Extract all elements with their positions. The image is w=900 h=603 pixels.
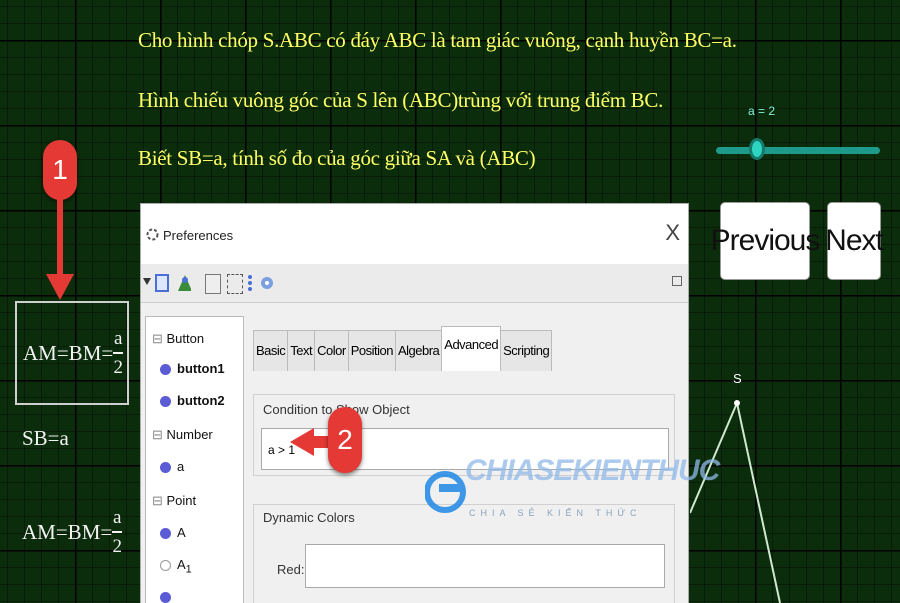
object-dot-icon xyxy=(160,364,171,376)
fraction-numerator: a xyxy=(114,328,123,350)
fraction-2-denominator: 2 xyxy=(112,535,122,557)
window-title: Preferences xyxy=(163,228,234,243)
object-dot-icon xyxy=(160,462,171,474)
toolbar xyxy=(141,264,688,303)
tree-label: A xyxy=(177,525,186,540)
tab-basic[interactable]: Basic xyxy=(253,330,289,371)
fraction-2-numerator: a xyxy=(113,507,122,529)
next-button[interactable]: Next xyxy=(825,202,884,280)
slider-knob[interactable] xyxy=(749,138,765,160)
callout-1-number: 1 xyxy=(52,154,68,185)
tree-group-number[interactable]: ⊟ Number xyxy=(152,427,213,443)
tree-item-point-a[interactable]: A xyxy=(160,525,186,540)
graphics-icon[interactable] xyxy=(155,274,169,292)
boxed-formula: AM=BM= a 2 xyxy=(15,301,130,405)
tab-bar: Basic Text Color Position Algebra Advanc… xyxy=(253,326,553,371)
problem-line-3: Biết SB=a, tính số đo của góc giữa SA và… xyxy=(138,146,536,170)
formula-2: AM=BM= a 2 xyxy=(22,494,123,570)
fraction-2-bar xyxy=(112,531,123,533)
tree-label: Point xyxy=(166,493,197,508)
watermark-brand: CHIASEKIENTHUC xyxy=(465,454,720,487)
object-tree: ⊟ Button button1 button2 ⊟ Number a ⊟ Po… xyxy=(145,316,244,603)
close-icon[interactable]: X xyxy=(665,220,680,246)
preferences-window: Preferences X ⊟ Button button1 button2 ⊟… xyxy=(140,203,689,603)
tree-label: button1 xyxy=(177,361,225,376)
logo-icon xyxy=(425,471,466,513)
watermark-tagline: CHIA SẺ KIẾN THỨC xyxy=(469,508,642,518)
callout-2: 2 xyxy=(328,407,362,473)
tree-item-point-a1[interactable]: A1 xyxy=(160,557,192,576)
problem-line-1: Cho hình chóp S.ABC có đáy ABC là tam gi… xyxy=(138,28,737,52)
red-label: Red: xyxy=(277,562,305,577)
slider-label: a = 2 xyxy=(748,104,776,118)
previous-button[interactable]: Previous xyxy=(711,202,820,280)
slider-track[interactable] xyxy=(716,147,880,154)
tree-label: Button xyxy=(166,331,205,346)
tree-label: Number xyxy=(166,427,213,442)
tree-item-button1[interactable]: button1 xyxy=(160,361,225,376)
settings-icon[interactable] xyxy=(259,274,273,292)
dynamic-colors-label: Dynamic Colors xyxy=(263,510,355,525)
fraction-bar xyxy=(113,352,124,354)
callout-2-number: 2 xyxy=(337,424,353,455)
point-s-label: S xyxy=(733,371,742,386)
red-input[interactable] xyxy=(305,544,665,588)
tab-scripting[interactable]: Scripting xyxy=(500,330,553,371)
object-dot-icon xyxy=(160,592,171,603)
arrow-down-icon xyxy=(46,196,74,300)
tab-position[interactable]: Position xyxy=(347,330,396,371)
tree-item-button2[interactable]: button2 xyxy=(160,393,225,408)
fraction-2: a 2 xyxy=(112,507,123,557)
tree-group-button[interactable]: ⊟ Button xyxy=(152,331,204,347)
tab-color[interactable]: Color xyxy=(314,330,349,371)
fraction-denominator: 2 xyxy=(113,356,123,378)
tree-item-a[interactable]: a xyxy=(160,459,184,474)
tree-item-more[interactable] xyxy=(160,589,177,603)
formula-2-lhs: AM=BM= xyxy=(22,519,113,544)
tab-algebra[interactable]: Algebra xyxy=(394,330,443,371)
object-dot-icon xyxy=(160,528,171,540)
layout-icon[interactable] xyxy=(205,274,221,294)
tree-label: a xyxy=(177,459,185,474)
tree-label: A xyxy=(177,557,186,572)
title-bar: Preferences X xyxy=(141,204,688,264)
grid-icon[interactable] xyxy=(227,274,243,294)
fraction: a 2 xyxy=(113,328,124,378)
sb-formula: SB=a xyxy=(22,426,69,450)
tree-subscript: 1 xyxy=(185,563,192,576)
callout-1: 1 xyxy=(43,140,77,200)
hidden-object-dot-icon xyxy=(160,560,171,572)
restore-icon[interactable] xyxy=(672,276,682,286)
tab-advanced[interactable]: Advanced xyxy=(441,326,502,371)
problem-line-2: Hình chiếu vuông góc của S lên (ABC)trùn… xyxy=(138,88,664,112)
tree-group-point[interactable]: ⊟ Point xyxy=(152,493,196,509)
object-dot-icon xyxy=(160,396,171,408)
formula-lhs: AM=BM= xyxy=(23,340,114,365)
pyramid-edges xyxy=(690,400,781,603)
tree-label: button2 xyxy=(177,393,225,408)
triangle-icon[interactable] xyxy=(177,274,191,292)
tab-text[interactable]: Text xyxy=(287,330,316,371)
gear-icon xyxy=(146,228,159,241)
